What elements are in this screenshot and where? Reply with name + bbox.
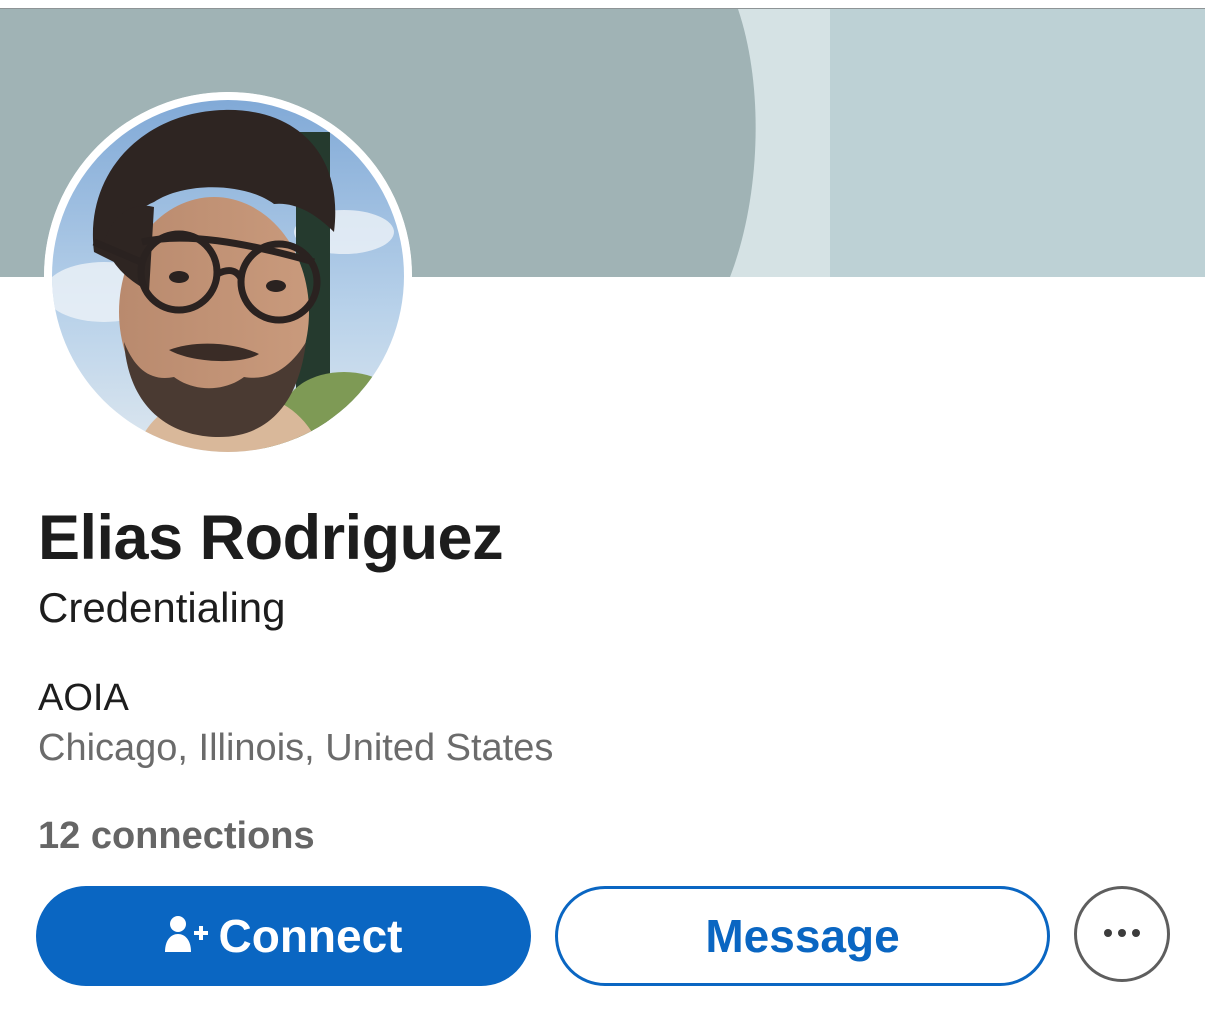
profile-headline: Credentialing	[38, 584, 286, 631]
add-person-icon	[164, 914, 209, 959]
profile-name: Elias Rodriguez	[38, 503, 504, 573]
ellipsis-icon	[1102, 925, 1142, 943]
message-button[interactable]: Message	[555, 886, 1050, 986]
profile-page: Elias Rodriguez Credentialing AOIA Chica…	[0, 0, 1205, 1017]
profile-photo[interactable]	[44, 92, 412, 460]
message-button-label: Message	[705, 910, 900, 962]
connect-button-label: Connect	[218, 910, 403, 962]
more-options-button[interactable]	[1074, 886, 1170, 982]
top-divider	[0, 0, 1205, 9]
profile-company[interactable]: AOIA	[38, 674, 129, 722]
connections-count[interactable]: 12 connections	[38, 812, 315, 860]
profile-location: Chicago, Illinois, United States	[38, 727, 554, 769]
connect-button[interactable]: Connect	[36, 886, 531, 986]
